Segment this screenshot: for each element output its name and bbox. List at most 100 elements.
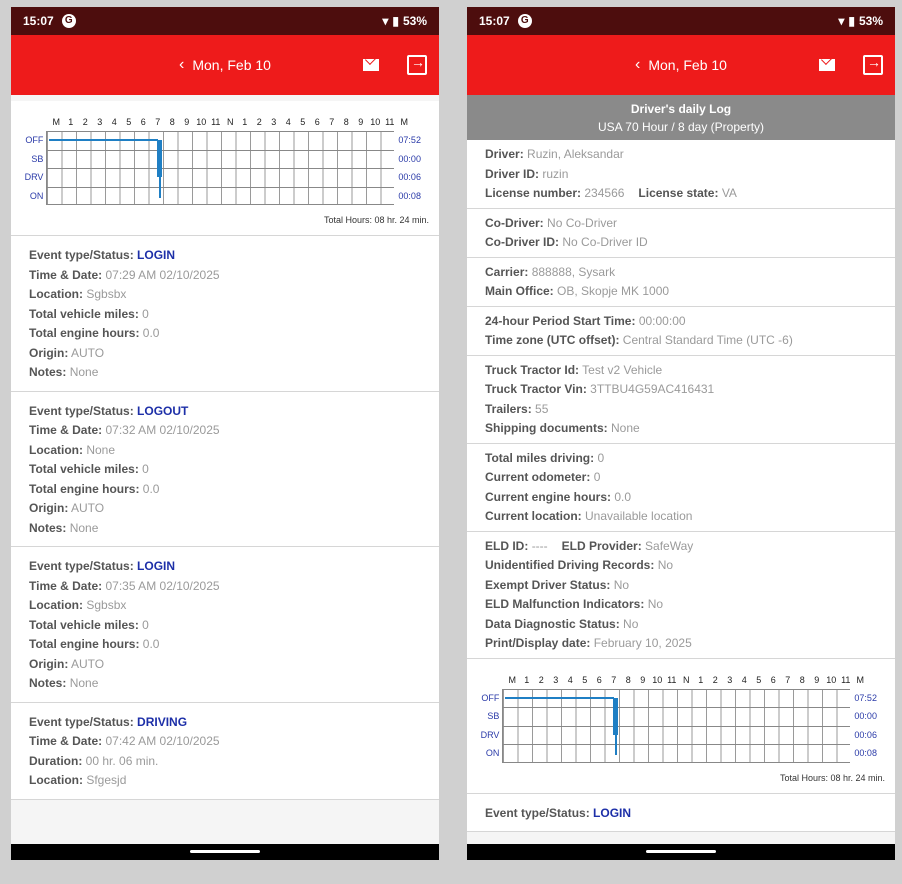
event-field: Total engine hours: 0.0 xyxy=(29,480,421,500)
phone-left: 15:07G ▾▮53% ‹Mon, Feb 10 M1234567891011… xyxy=(11,7,439,860)
field-label: Trailers: xyxy=(485,401,532,416)
field-label: Main Office: xyxy=(485,284,554,298)
event-card[interactable]: Event type/Status: LOGIN Time & Date: 07:… xyxy=(11,547,439,703)
hour-tick-label: 9 xyxy=(814,674,820,685)
logout-icon[interactable] xyxy=(407,54,427,75)
info-section: 24-hour Period Start Time: 00:00:00 Time … xyxy=(467,306,895,356)
info-section: Carrier: 888888, Sysark Main Office: OB, … xyxy=(467,257,895,307)
field-label: ELD ID: xyxy=(485,538,529,553)
field-label: Time zone (UTC offset): xyxy=(485,333,620,347)
field-label: Duration: xyxy=(29,753,83,768)
field-value: None xyxy=(69,365,99,379)
status-label: DRV xyxy=(24,172,44,183)
pair-second: License state: VA xyxy=(638,184,737,204)
field-label: Data Diagnostic Status: xyxy=(485,616,620,631)
status-total: 00:08 xyxy=(398,190,421,201)
logout-icon[interactable] xyxy=(863,54,883,75)
event-field: Event type/Status: LOGOUT xyxy=(29,402,421,422)
duty-line-drive xyxy=(615,734,618,755)
hour-tick-label: 10 xyxy=(826,674,837,685)
home-indicator[interactable] xyxy=(190,850,260,853)
hour-tick-label: 11 xyxy=(841,674,851,685)
field-value: No Co-Driver xyxy=(547,215,618,230)
graph-cells xyxy=(46,149,395,168)
info-field: Main Office: OB, Skopje MK 1000 xyxy=(485,282,877,302)
event-label: Event type/Status: xyxy=(485,805,590,820)
content-right[interactable]: Driver's daily Log USA 70 Hour / 8 day (… xyxy=(467,95,895,860)
field-value: Sfgesjd xyxy=(86,773,127,787)
event-card[interactable]: Event type/Status: LOGIN Time & Date: 07:… xyxy=(11,236,439,392)
app-bar: ‹ Mon, Feb 10 xyxy=(467,35,895,95)
event-field: Origin: AUTO xyxy=(29,655,421,675)
field-label: Total vehicle miles: xyxy=(29,617,139,632)
info-field: Truck Tractor Id: Test v2 Vehicle xyxy=(485,361,877,381)
graph-row-on: ON 00:08 xyxy=(475,744,887,763)
hour-tick-label: 6 xyxy=(770,674,776,685)
chevron-left-icon[interactable]: ‹ xyxy=(635,56,640,74)
content-left[interactable]: M 1 2 3 4 5 6 7 8 9 10 11 N 1 2 3 4 5 6 7 8 9 10 11 M OFF 07:52 SB 0… xyxy=(11,95,439,860)
info-section: Truck Tractor Id: Test v2 Vehicle Truck T… xyxy=(467,355,895,444)
event-field: Time & Date: 07:35 AM 02/10/2025 xyxy=(29,577,421,597)
field-value: No xyxy=(623,616,639,631)
event-field: Location: None xyxy=(29,441,421,461)
hour-labels: M 1 2 3 4 5 6 7 8 9 10 11 N 1 2 3 4 5 6 7 8 9 10 11 M xyxy=(19,117,431,131)
field-value: 07:32 AM 02/10/2025 xyxy=(105,423,220,437)
hour-tick-label: 2 xyxy=(82,117,88,127)
field-label: Notes: xyxy=(29,520,67,535)
status-bar: 15:07 G ▾ ▮ 53% xyxy=(11,7,439,35)
event-field: Total engine hours: 0.0 xyxy=(29,635,421,655)
hour-tick-label: 8 xyxy=(169,117,175,127)
field-value: 0 xyxy=(597,450,605,465)
hour-tick-label: 2 xyxy=(256,117,262,127)
graph-cells xyxy=(502,707,851,726)
field-label: Total engine hours: xyxy=(29,481,140,496)
field-label: Location: xyxy=(29,442,83,457)
field-label: Total miles driving: xyxy=(485,450,595,465)
info-field: Shipping documents: None xyxy=(485,419,877,439)
pair-first: License number: 234566 xyxy=(485,184,624,204)
hour-tick-label: 11 xyxy=(385,117,395,127)
field-label: ELD Provider: xyxy=(561,538,642,553)
mail-icon[interactable] xyxy=(363,59,379,71)
event-field: Event type/Status: LOGIN xyxy=(29,557,421,577)
info-field: ELD Malfunction Indicators: No xyxy=(485,595,877,615)
hour-tick-label: 7 xyxy=(785,674,791,685)
hour-tick-label: 7 xyxy=(611,674,617,685)
field-value: None xyxy=(86,442,116,457)
field-value: 55 xyxy=(535,401,549,416)
status-label: SB xyxy=(487,711,500,722)
hour-tick-label: 3 xyxy=(271,117,277,127)
field-value: 0.0 xyxy=(142,637,160,651)
info-field: 24-hour Period Start Time: 00:00:00 xyxy=(485,312,877,332)
field-label: Total vehicle miles: xyxy=(29,306,139,321)
hour-tick-label: 9 xyxy=(640,674,646,685)
event-card[interactable]: Event type/Status: LOGOUT Time & Date: 07… xyxy=(11,391,439,547)
field-value: SafeWay xyxy=(645,538,694,553)
hour-tick-label: 10 xyxy=(652,674,663,685)
event-card[interactable]: Event type/Status: DRIVING Time & Date: 0… xyxy=(11,702,439,800)
hour-tick-label: 1 xyxy=(698,674,704,685)
hour-labels: M 1 2 3 4 5 6 7 8 9 10 11 N 1 2 3 4 5 6 7 8 9 10 11 M xyxy=(475,675,887,689)
field-value: 0 xyxy=(142,617,149,632)
field-value: Central Standard Time (UTC -6) xyxy=(622,333,793,347)
event-field: Origin: AUTO xyxy=(29,344,421,364)
clock: 15:07 xyxy=(479,14,510,28)
info-section: Driver: Ruzin, Aleksandar Driver ID: ruzi… xyxy=(467,140,895,209)
chevron-left-icon[interactable]: ‹ xyxy=(179,56,184,74)
info-field: Time zone (UTC offset): Central Standard… xyxy=(485,331,877,351)
info-field: Total miles driving: 0 xyxy=(485,449,877,469)
field-label: Total engine hours: xyxy=(29,326,140,340)
event-field: Total vehicle miles: 0 xyxy=(29,460,421,480)
field-label: Driver: xyxy=(485,147,524,161)
hour-tick-label: 3 xyxy=(553,674,559,685)
field-label: Current engine hours: xyxy=(485,489,612,504)
mail-icon[interactable] xyxy=(819,59,835,71)
home-indicator[interactable] xyxy=(646,850,716,853)
graph-cells xyxy=(502,725,851,744)
info-field: Current location: Unavailable location xyxy=(485,507,877,527)
event-field: Time & Date: 07:42 AM 02/10/2025 xyxy=(29,732,421,752)
total-hours: Total Hours: 08 hr. 24 min. xyxy=(323,215,429,225)
field-value: None xyxy=(611,421,640,435)
field-label: License number: xyxy=(485,186,582,200)
field-label: Print/Display date: xyxy=(485,636,591,650)
